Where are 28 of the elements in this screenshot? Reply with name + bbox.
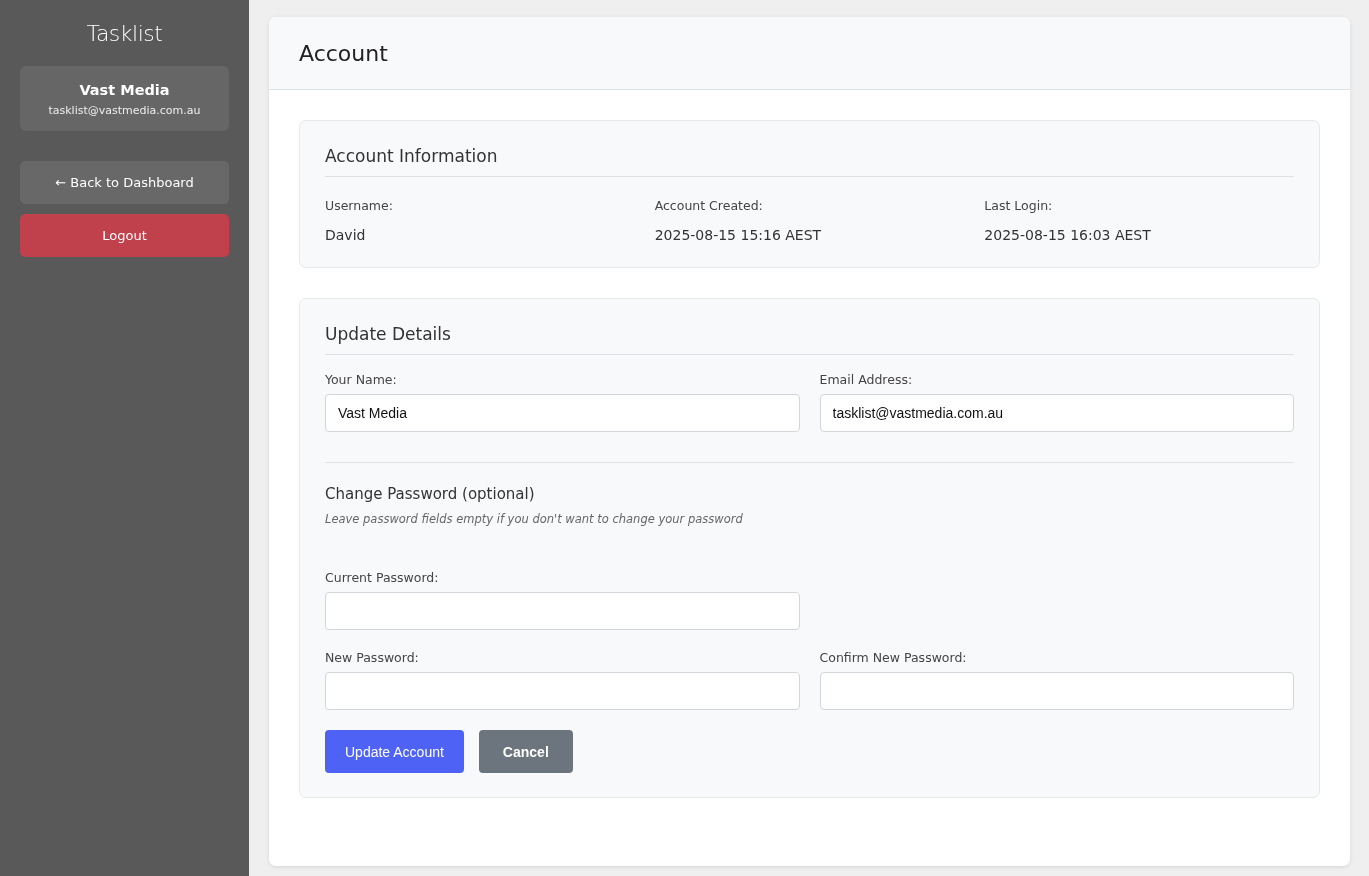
logout-button[interactable]: Logout bbox=[20, 214, 229, 257]
input-field[interactable] bbox=[819, 672, 1294, 710]
section-title: Account Information bbox=[325, 146, 1294, 177]
input-field[interactable]: Vast Media bbox=[325, 394, 800, 432]
info-value: 2025-08-15 16:03 AEST bbox=[984, 227, 1152, 243]
hint-text: Leave password fields empty if you don't want to change your password bbox=[325, 512, 744, 526]
info-label: Username: bbox=[325, 198, 394, 213]
user-name: Vast Media bbox=[79, 82, 170, 98]
input-field[interactable] bbox=[325, 672, 800, 710]
input-field[interactable] bbox=[325, 592, 800, 630]
field-label: Current Password: bbox=[325, 570, 440, 585]
update-button[interactable]: Update Account bbox=[325, 730, 464, 773]
input-field[interactable]: tasklist@vastmedia.com.au bbox=[819, 394, 1294, 432]
info-label: Account Created: bbox=[654, 198, 764, 213]
field-label: Your Name: bbox=[325, 372, 398, 387]
cancel-button[interactable]: Cancel bbox=[478, 730, 573, 773]
field-label: Email Address: bbox=[819, 372, 914, 387]
info-value: David bbox=[325, 227, 367, 243]
user-email: tasklist@vastmedia.com.au bbox=[48, 104, 201, 117]
app-title: Tasklist bbox=[86, 21, 163, 46]
info-label: Last Login: bbox=[984, 198, 1054, 213]
field-label: Confirm New Password: bbox=[819, 650, 968, 665]
back-button[interactable]: ← Back to Dashboard bbox=[20, 161, 229, 204]
info-value: 2025-08-15 15:16 AEST bbox=[654, 227, 823, 243]
page-title: Account bbox=[299, 40, 388, 66]
section-title: Update Details bbox=[325, 324, 1294, 355]
field-label: New Password: bbox=[325, 650, 420, 665]
subsection-title: Change Password (optional) bbox=[325, 485, 536, 503]
